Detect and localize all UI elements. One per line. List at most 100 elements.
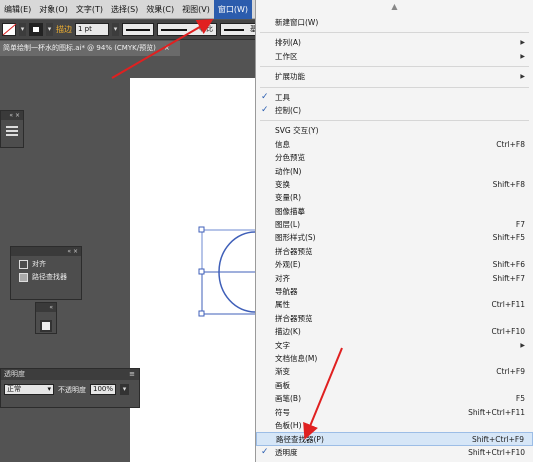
- panel-menu-icon[interactable]: ≡: [129, 369, 135, 380]
- pathfinder-label: 路径查找器: [32, 273, 67, 281]
- anchor-handle[interactable]: [198, 226, 205, 233]
- document-tab[interactable]: 简单绘制一杯水的图标.ai* @ 94% (CMYK/预览) ×: [0, 41, 180, 56]
- menu-item-label: 描边(K): [275, 327, 301, 337]
- menu-item-shortcut: Shift+Ctrl+F9: [471, 435, 524, 445]
- menu-item-label: 排列(A): [275, 38, 301, 48]
- menu-item-shortcut: Shift+F5: [492, 233, 525, 243]
- profile-select[interactable]: 等比: [157, 23, 217, 36]
- menu-item-shortcut: F7: [515, 220, 525, 230]
- menu-item-label: 工作区: [275, 51, 298, 61]
- collapsed-panel: «: [35, 302, 57, 334]
- menu-item-label: 图层(L): [275, 220, 301, 230]
- window-menu-item[interactable]: 描边(K) Ctrl+F10: [256, 325, 533, 338]
- menu-item-shortcut: Ctrl+F10: [491, 327, 526, 337]
- window-menu-item[interactable]: 图像描摹: [256, 205, 533, 218]
- menu-item[interactable]: 编辑(E): [0, 0, 35, 19]
- menu-separator: [260, 86, 529, 88]
- window-menu-item[interactable]: 路径查找器(P) Shift+Ctrl+F9: [256, 432, 533, 446]
- blend-mode-select[interactable]: 正常: [4, 384, 54, 395]
- window-menu-item[interactable]: 画板: [256, 379, 533, 392]
- window-menu-item[interactable]: 属性 Ctrl+F11: [256, 298, 533, 311]
- window-menu-item[interactable]: 扩展功能 ▶: [256, 70, 533, 83]
- window-menu-item[interactable]: 变换 Shift+F8: [256, 178, 533, 191]
- menu-item[interactable]: 窗口(W): [213, 0, 253, 19]
- stroke-label[interactable]: 描边: [56, 24, 72, 35]
- window-menu-item[interactable]: 符号 Shift+Ctrl+F11: [256, 406, 533, 419]
- menu-item-label: 控制(C): [275, 105, 302, 115]
- window-menu-item[interactable]: 文字 ▶: [256, 339, 533, 352]
- stroke-weight-dropdown-icon[interactable]: ▾: [112, 23, 119, 36]
- window-menu-item[interactable]: 变量(R): [256, 191, 533, 204]
- window-menu-item[interactable]: 分色预览: [256, 151, 533, 164]
- window-menu-item[interactable]: 文档信息(M): [256, 352, 533, 365]
- brush-select[interactable]: 基: [220, 23, 260, 36]
- window-menu-item[interactable]: 图层(L) F7: [256, 218, 533, 231]
- menu-item-label: 文字: [275, 340, 290, 350]
- menu-item[interactable]: 对象(O): [35, 0, 72, 19]
- stroke-weight-field[interactable]: 1 pt: [75, 23, 109, 36]
- profile-label: 等比: [199, 25, 213, 33]
- menu-item-shortcut: F5: [515, 394, 525, 404]
- window-menu-item[interactable]: SVG 交互(Y): [256, 124, 533, 137]
- panel-collapse-icon[interactable]: « ×: [1, 111, 23, 120]
- checkmark-icon: ✓: [261, 91, 269, 102]
- close-tab-icon[interactable]: ×: [164, 41, 170, 56]
- window-menu-item[interactable]: 画笔(B) F5: [256, 392, 533, 405]
- menu-item-label: 文档信息(M): [275, 353, 318, 363]
- window-menu-item[interactable]: ✓ 工具: [256, 91, 533, 104]
- menu-separator: [260, 120, 529, 122]
- window-menu-item[interactable]: 外观(E) Shift+F6: [256, 258, 533, 271]
- panel-collapse-icon[interactable]: « ×: [11, 247, 81, 256]
- window-menu-item[interactable]: 拼合器预览: [256, 312, 533, 325]
- menu-icon[interactable]: [6, 126, 18, 136]
- menu-item[interactable]: 效果(C): [142, 0, 178, 19]
- window-menu-item[interactable]: 动作(N): [256, 165, 533, 178]
- menu-item-label: 工具: [275, 92, 290, 102]
- window-menu-item[interactable]: 渐变 Ctrl+F9: [256, 365, 533, 378]
- window-menu-item[interactable]: 新建窗口(W): [256, 16, 533, 29]
- menu-item-label: 变换: [275, 179, 290, 189]
- swatch-panel-icon[interactable]: [40, 320, 52, 332]
- control-bar: ▾ ▾ 描边 1 pt ▾ 等比 基: [0, 20, 260, 40]
- window-menu-item[interactable]: 排列(A) ▶: [256, 36, 533, 49]
- submenu-arrow-icon: ▶: [520, 52, 525, 60]
- stroke-dropdown-icon[interactable]: ▾: [46, 23, 53, 36]
- opacity-dropdown-icon[interactable]: ▾: [120, 384, 129, 395]
- window-menu-item[interactable]: 工作区 ▶: [256, 50, 533, 63]
- panel-item-align[interactable]: 对齐: [11, 256, 81, 269]
- menu-item-label: 外观(E): [275, 260, 301, 270]
- selected-shape[interactable]: [195, 225, 257, 320]
- window-menu-item[interactable]: 拼合器预览: [256, 245, 533, 258]
- window-menu-item[interactable]: ✓ 控制(C): [256, 104, 533, 117]
- menu-item-label: 分色预览: [275, 153, 305, 163]
- menu-item[interactable]: 选择(S): [107, 0, 142, 19]
- menu-item-label: 变量(R): [275, 193, 302, 203]
- menu-item[interactable]: 视图(V): [178, 0, 214, 19]
- menu-item[interactable]: 文字(T): [72, 0, 107, 19]
- collapsed-panel: « ×: [0, 110, 24, 148]
- transparency-panel: 透明度 ≡ 正常 不透明度 100% ▾: [0, 368, 140, 408]
- window-menu-item[interactable]: 图形样式(S) Shift+F5: [256, 231, 533, 244]
- align-icon: [19, 259, 28, 269]
- window-menu-item[interactable]: 信息 Ctrl+F8: [256, 138, 533, 151]
- menu-item-label: 扩展功能: [275, 72, 305, 82]
- window-menu-item[interactable]: 导航器: [256, 285, 533, 298]
- window-menu-item[interactable]: 色板(H): [256, 419, 533, 432]
- pathfinder-icon: [19, 272, 28, 282]
- stroke-swatch[interactable]: [29, 23, 43, 36]
- transparency-title: 透明度: [4, 370, 25, 378]
- anchor-handle[interactable]: [198, 310, 205, 317]
- panel-collapse-icon[interactable]: «: [36, 303, 56, 312]
- window-menu-item[interactable]: 对齐 Shift+F7: [256, 272, 533, 285]
- fill-swatch[interactable]: [2, 23, 16, 36]
- window-menu-item[interactable]: ✓ 透明度 Shift+Ctrl+F10: [256, 446, 533, 459]
- fill-dropdown-icon[interactable]: ▾: [19, 23, 26, 36]
- opacity-field[interactable]: 100%: [90, 384, 116, 395]
- menu-item-label: 画板: [275, 380, 290, 390]
- anchor-handle[interactable]: [198, 268, 205, 275]
- panel-item-pathfinder[interactable]: 路径查找器: [11, 269, 81, 282]
- menu-item-shortcut: Shift+F7: [492, 273, 525, 283]
- scroll-up-icon[interactable]: ▲: [256, 0, 533, 16]
- variable-width-preview[interactable]: [122, 23, 154, 36]
- menu-item-label: 路径查找器(P): [276, 435, 324, 445]
